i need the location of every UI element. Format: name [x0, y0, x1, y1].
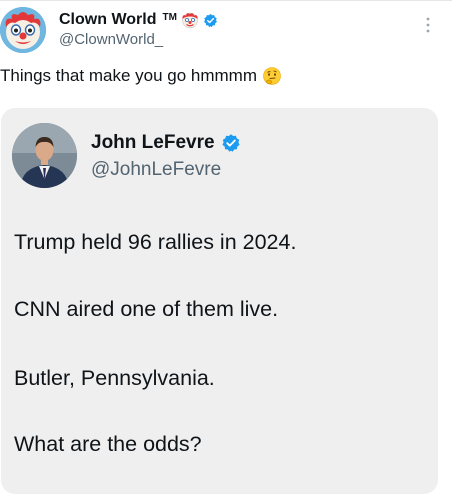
quoted-author-name-row: John LeFevre: [91, 130, 241, 156]
quoted-author-avatar[interactable]: [12, 123, 77, 188]
author-handle[interactable]: @ClownWorld_: [59, 31, 163, 48]
quoted-post-line: Trump held 96 rallies in 2024.: [14, 230, 297, 254]
quoted-author-handle[interactable]: @JohnLeFevre: [91, 159, 221, 181]
trademark-mark: TM: [162, 11, 177, 23]
post-text: Things that make you go hmmmm: [0, 66, 257, 85]
more-vertical-icon[interactable]: [420, 15, 436, 35]
verified-badge-icon: [203, 13, 217, 27]
post-text-row: Things that make you go hmmmm: [0, 63, 282, 89]
quoted-post-line: CNN aired one of them live.: [14, 297, 279, 321]
quoted-post-card[interactable]: John LeFevre @JohnLeFevre Trump held 96 …: [1, 108, 438, 494]
clown-face-icon: [182, 12, 198, 29]
author-name[interactable]: Clown World: [59, 11, 156, 29]
person-portrait-icon: [12, 123, 77, 188]
author-name-row: Clown World TM: [59, 9, 218, 31]
top-divider: [0, 0, 452, 1]
author-avatar[interactable]: [0, 7, 46, 53]
thinking-face-icon: [263, 67, 281, 85]
quoted-post-line: What are the odds?: [14, 432, 202, 456]
quoted-post-line: Butler, Pennsylvania.: [14, 366, 215, 390]
verified-badge-icon: [221, 134, 240, 152]
quoted-author-name[interactable]: John LeFevre: [91, 132, 215, 154]
clown-face-icon: [0, 7, 46, 53]
